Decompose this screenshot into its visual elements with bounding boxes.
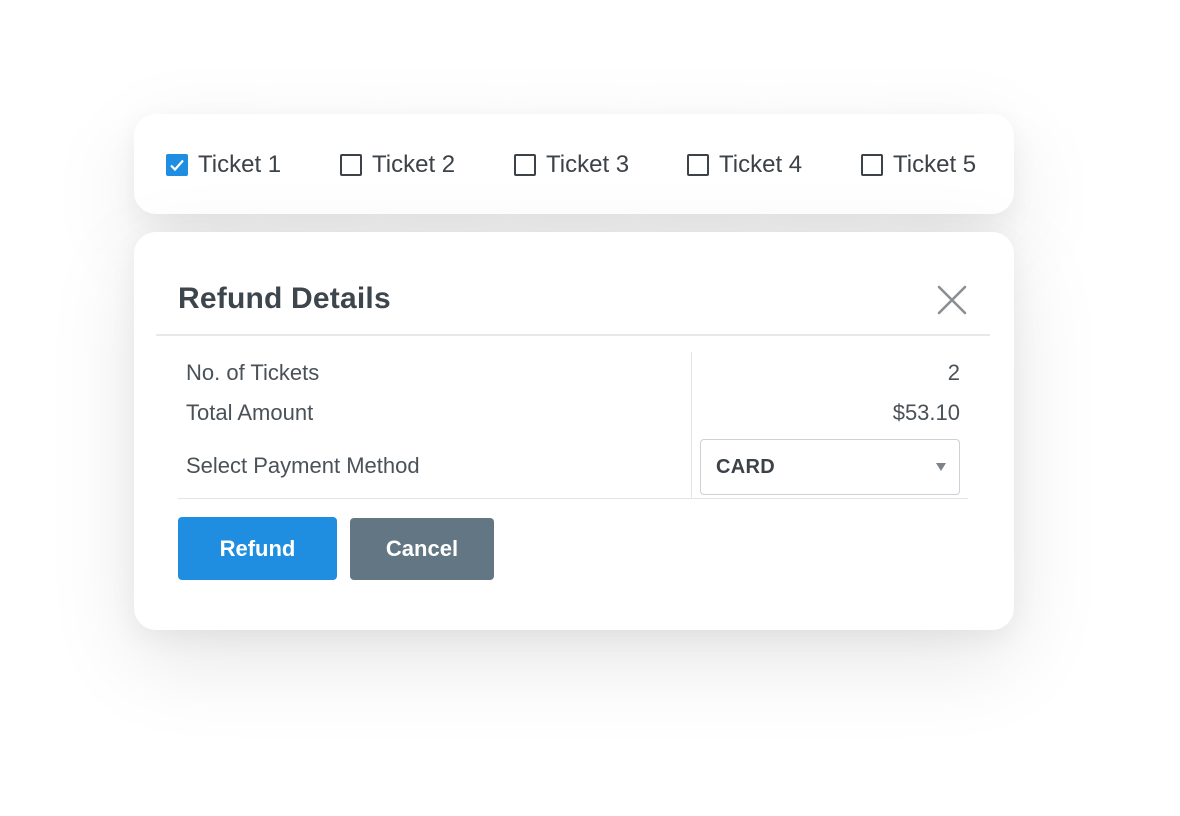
payment-method-label: Select Payment Method (186, 453, 420, 478)
close-icon[interactable] (934, 282, 970, 318)
close-button[interactable] (934, 282, 970, 318)
column-divider (691, 352, 692, 498)
title-divider (156, 334, 990, 336)
ticket-label: Ticket 1 (198, 151, 282, 178)
ticket-label: Ticket 4 (719, 151, 803, 178)
ticket-label: Ticket 3 (546, 151, 630, 178)
cancel-button[interactable]: Cancel (350, 518, 494, 580)
total-amount-value: $53.10 (892, 400, 960, 425)
ticket-label: Ticket 2 (372, 151, 456, 178)
payment-method-value: CARD (716, 456, 775, 478)
checkbox-icon[interactable] (514, 154, 536, 176)
ticket-option-5[interactable]: Ticket 5 (861, 152, 976, 178)
ticket-selector-bar: Ticket 1 Ticket 2 Ticket 3 Ticket 4 Tick… (134, 114, 1014, 214)
total-amount-label: Total Amount (186, 400, 314, 425)
ticket-option-2[interactable]: Ticket 2 (340, 152, 455, 178)
dialog-title: Refund Details (178, 282, 391, 315)
checkbox-icon[interactable] (687, 154, 709, 176)
checkbox-checked-icon[interactable] (166, 154, 188, 176)
refund-button[interactable]: Refund (178, 517, 337, 580)
tickets-count-label: No. of Tickets (186, 360, 320, 385)
checkbox-icon[interactable] (861, 154, 883, 176)
refund-details-dialog: Refund Details No. of Tickets 2 Total Am… (134, 232, 1014, 630)
payment-method-select[interactable]: CARD (700, 439, 960, 495)
caret-down-icon (936, 463, 946, 471)
ticket-option-1[interactable]: Ticket 1 (166, 152, 281, 178)
ticket-label: Ticket 5 (893, 151, 977, 178)
ticket-option-4[interactable]: Ticket 4 (687, 152, 802, 178)
tickets-count-value: 2 (947, 360, 960, 385)
table-bottom-divider (178, 498, 968, 499)
checkbox-icon[interactable] (340, 154, 362, 176)
stage: Ticket 1 Ticket 2 Ticket 3 Ticket 4 Tick… (0, 0, 1180, 816)
ticket-option-3[interactable]: Ticket 3 (514, 152, 629, 178)
